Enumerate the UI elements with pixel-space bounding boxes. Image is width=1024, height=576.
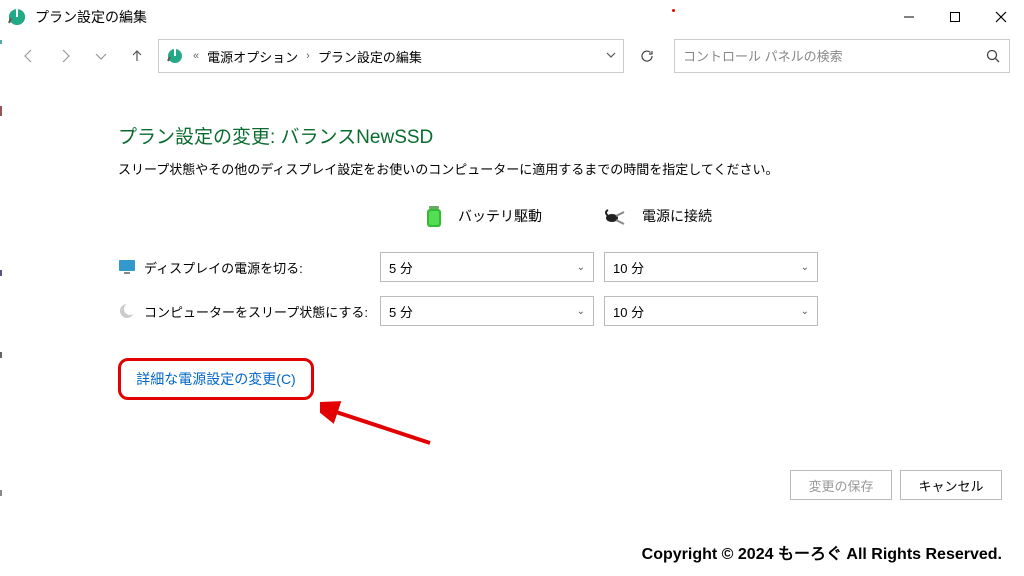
close-button[interactable] [978, 0, 1024, 34]
display-off-battery-dropdown[interactable]: 5 分 ⌄ [380, 252, 594, 282]
breadcrumb-sep-icon: « [189, 50, 203, 62]
button-label: 変更の保存 [808, 476, 873, 495]
titlebar: プラン設定の編集 [0, 0, 1024, 34]
forward-button[interactable] [50, 41, 80, 71]
navigation-toolbar: « 電源オプション › プラン設定の編集 [0, 34, 1024, 78]
column-battery-label: バッテリ駆動 [458, 206, 542, 226]
setting-row-display-off: ディスプレイの電源を切る: 5 分 ⌄ 10 分 ⌄ [118, 252, 1024, 282]
recent-locations-button[interactable] [86, 41, 116, 71]
page-heading: プラン設定の変更: バランスNewSSD [118, 122, 1024, 149]
address-bar[interactable]: « 電源オプション › プラン設定の編集 [158, 39, 624, 73]
button-label: キャンセル [918, 476, 983, 495]
battery-icon [420, 202, 448, 230]
display-off-plugged-dropdown[interactable]: 10 分 ⌄ [604, 252, 818, 282]
copyright-footer: Copyright © 2024 もーろぐ All Rights Reserve… [642, 540, 1002, 564]
moon-icon [118, 302, 136, 320]
breadcrumb-current[interactable]: プラン設定の編集 [318, 47, 422, 66]
sleep-plugged-dropdown[interactable]: 10 分 ⌄ [604, 296, 818, 326]
column-plugged-label: 電源に接続 [642, 206, 712, 226]
refresh-button[interactable] [630, 39, 664, 73]
save-changes-button[interactable]: 変更の保存 [790, 470, 892, 500]
advanced-settings-highlight: 詳細な電源設定の変更(C) [118, 358, 314, 400]
monitor-icon [118, 258, 136, 276]
recording-indicator-icon [672, 9, 675, 12]
up-button[interactable] [122, 41, 152, 71]
window-title: プラン設定の編集 [35, 7, 147, 27]
power-options-icon [165, 46, 185, 66]
content-area: プラン設定の変更: バランスNewSSD スリープ状態やその他のディスプレイ設定… [0, 78, 1024, 400]
dropdown-value: 5 分 [389, 302, 413, 321]
power-plug-icon [604, 202, 632, 230]
setting-label-text: ディスプレイの電源を切る: [144, 258, 303, 277]
search-input[interactable] [675, 49, 977, 64]
setting-row-sleep: コンピューターをスリープ状態にする: 5 分 ⌄ 10 分 ⌄ [118, 296, 1024, 326]
advanced-power-settings-link[interactable]: 詳細な電源設定の変更(C) [136, 369, 295, 389]
minimize-button[interactable] [886, 0, 932, 34]
chevron-down-icon: ⌄ [801, 306, 809, 317]
power-options-app-icon [6, 6, 28, 28]
dropdown-value: 5 分 [389, 258, 413, 277]
breadcrumb-parent[interactable]: 電源オプション [207, 47, 298, 66]
annotation-arrow-icon [320, 398, 440, 458]
address-dropdown-icon[interactable] [605, 49, 617, 64]
page-description: スリープ状態やその他のディスプレイ設定をお使いのコンピューターに適用するまでの時… [118, 159, 1024, 178]
maximize-button[interactable] [932, 0, 978, 34]
chevron-down-icon: ⌄ [801, 262, 809, 273]
sleep-battery-dropdown[interactable]: 5 分 ⌄ [380, 296, 594, 326]
search-bar[interactable] [674, 39, 1010, 73]
chevron-down-icon: ⌄ [577, 262, 585, 273]
chevron-right-icon: › [302, 50, 314, 62]
dropdown-value: 10 分 [613, 302, 644, 321]
cancel-button[interactable]: キャンセル [900, 470, 1002, 500]
back-button[interactable] [14, 41, 44, 71]
chevron-down-icon: ⌄ [577, 306, 585, 317]
dropdown-value: 10 分 [613, 258, 644, 277]
search-icon[interactable] [977, 49, 1009, 64]
setting-label-text: コンピューターをスリープ状態にする: [144, 302, 368, 321]
